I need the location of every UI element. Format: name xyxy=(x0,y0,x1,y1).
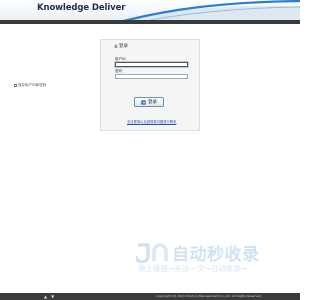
remember-me-label: 保存用户ID和密码 xyxy=(18,83,47,87)
login-title-text: 登录 xyxy=(119,44,128,49)
password-input[interactable] xyxy=(115,74,188,79)
watermark-logo-text: 自动秒收录 xyxy=(172,245,260,265)
login-arrow-icon xyxy=(141,99,146,105)
login-button-label: 登录 xyxy=(148,100,157,105)
footer: ▲ ▼ Copyright (C) 2024 Practice Manageme… xyxy=(0,293,300,300)
footer-nav: ▲ ▼ xyxy=(44,294,54,299)
login-button[interactable]: 登录 xyxy=(134,97,164,107)
app-logo-text: Knowledge Deliver xyxy=(37,3,126,13)
login-help-link[interactable]: 无法登录以及因登录问题进行联系 xyxy=(127,119,176,124)
scroll-down-icon[interactable]: ▼ xyxy=(51,294,54,299)
header: Knowledge Deliver xyxy=(0,0,300,22)
login-panel: 登录 用户ID 密码 xyxy=(100,39,200,131)
watermark-logo: 自动秒收录 xyxy=(136,240,260,265)
user-id-input[interactable] xyxy=(115,62,188,67)
header-divider-bar xyxy=(0,20,300,24)
watermark-emblem-icon xyxy=(136,242,168,263)
remember-me-checkbox[interactable] xyxy=(14,84,17,87)
watermark-tagline: 做上链接→来访一次→自动收录→ xyxy=(138,264,247,273)
scroll-up-icon[interactable]: ▲ xyxy=(44,294,47,299)
remember-me-row[interactable]: 保存用户ID和密码 xyxy=(14,83,46,88)
copyright-text: Copyright (C) 2024 Practice Management C… xyxy=(156,294,262,298)
lock-icon xyxy=(114,44,118,48)
login-panel-title: 登录 xyxy=(114,43,128,49)
